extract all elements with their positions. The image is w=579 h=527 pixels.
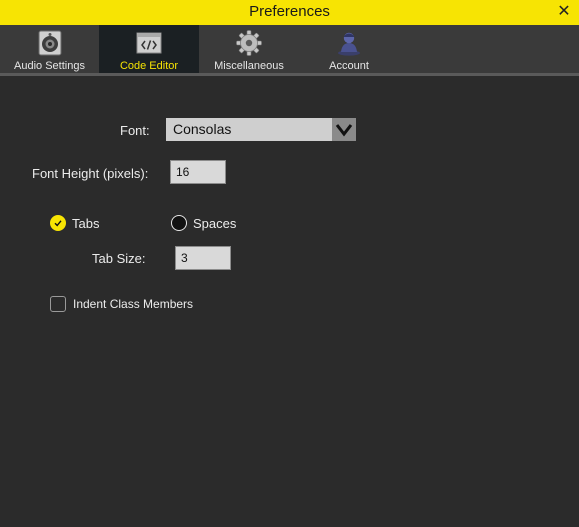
gear-icon xyxy=(236,30,262,56)
tab-bar: Audio Settings Code Editor Miscellaneous… xyxy=(0,25,579,73)
tab-label: Audio Settings xyxy=(14,60,85,72)
window-title: Preferences xyxy=(249,3,330,20)
close-icon[interactable]: ✕ xyxy=(555,1,573,23)
chevron-down-icon[interactable] xyxy=(332,118,356,141)
font-dropdown[interactable]: Consolas xyxy=(166,118,356,141)
spaces-radio[interactable] xyxy=(171,215,187,231)
code-icon xyxy=(136,32,162,54)
tab-miscellaneous[interactable]: Miscellaneous xyxy=(199,25,299,73)
user-icon xyxy=(338,32,360,56)
preferences-window: Preferences ✕ Audio Settings Code Editor… xyxy=(0,0,579,527)
tab-label: Code Editor xyxy=(119,60,179,72)
font-height-input[interactable]: 16 xyxy=(170,160,226,184)
tabs-radio[interactable] xyxy=(50,215,66,231)
check-icon xyxy=(54,220,62,227)
font-value: Consolas xyxy=(173,121,232,137)
indent-class-members-label: Indent Class Members xyxy=(73,297,194,311)
font-height-label: Font Height (pixels): xyxy=(32,166,149,181)
title-bar: Preferences ✕ xyxy=(0,0,579,25)
tab-code-editor[interactable]: Code Editor xyxy=(99,25,199,73)
tabs-label: Tabs xyxy=(72,216,100,231)
tab-label: Account xyxy=(329,60,369,72)
indent-class-members-checkbox[interactable] xyxy=(50,296,66,312)
speaker-icon xyxy=(38,30,61,56)
font-label: Font: xyxy=(120,123,150,138)
spaces-label: Spaces xyxy=(193,216,237,231)
tab-size-label: Tab Size: xyxy=(92,251,146,266)
tab-label: Miscellaneous xyxy=(214,60,284,72)
tab-audio-settings[interactable]: Audio Settings xyxy=(0,25,99,73)
tab-size-input[interactable]: 3 xyxy=(175,246,231,270)
tab-account[interactable]: Account xyxy=(299,25,399,73)
tab-bar-divider xyxy=(0,73,579,76)
